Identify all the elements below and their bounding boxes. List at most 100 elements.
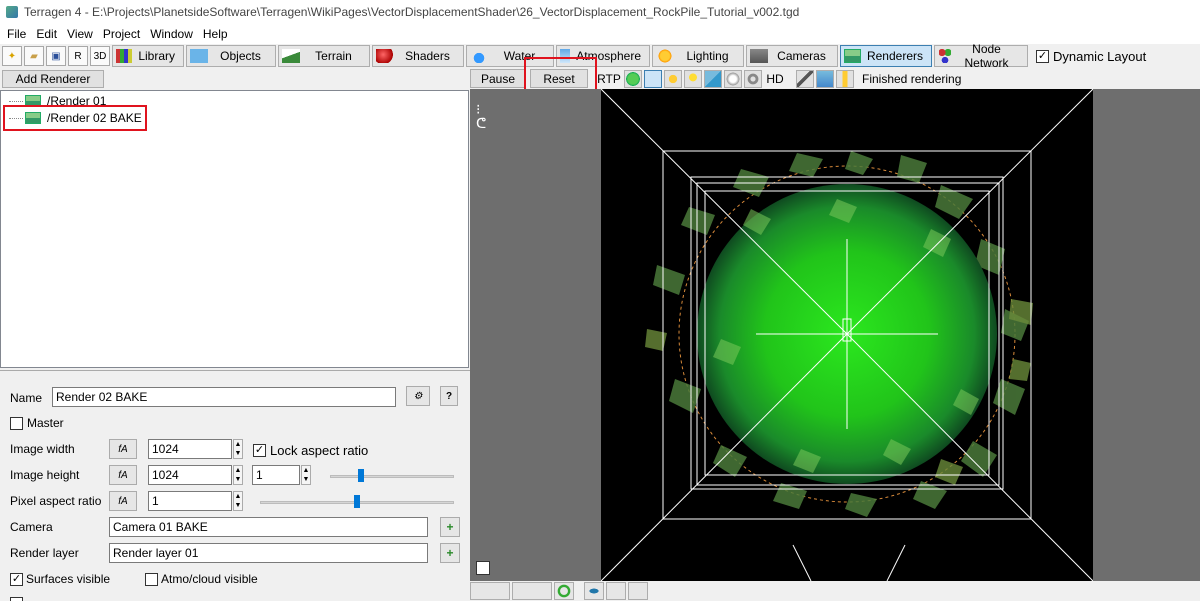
eye-icon[interactable] [584,582,604,600]
render-status: Finished rendering [862,71,962,86]
lock-aspect-checkbox[interactable]: ✓ [253,444,266,457]
library-button[interactable]: Library [112,45,184,67]
image-width-label: Image width [10,442,75,456]
render-layer-add-icon[interactable]: + [440,543,460,563]
objects-button[interactable]: Objects [186,45,276,67]
render-r-icon[interactable]: R [68,46,88,66]
camera-icon [750,49,768,63]
node-network-button[interactable]: Node Network [934,42,1028,70]
new-project-icon[interactable]: ✦ [2,46,22,66]
terrain-icon [282,49,300,63]
hd-button[interactable]: HD [764,69,786,88]
menu-help[interactable]: Help [198,25,233,43]
name-label: Name [10,391,43,405]
add-renderer-button[interactable]: Add Renderer [2,70,104,88]
menu-edit[interactable]: Edit [31,25,62,43]
name-field[interactable]: Render 02 BAKE [52,387,396,407]
dynamic-layout-checkbox[interactable]: ✓ [1036,49,1049,63]
help-button[interactable]: ? [440,386,458,406]
window-title: Terragen 4 - E:\Projects\PlanetsideSoftw… [24,5,800,19]
water-icon [470,49,488,63]
atmo-visible-toggle[interactable]: Atmo/cloud visible [145,572,258,586]
image-width-field[interactable]: 1024 [148,439,232,459]
lock-aspect-toggle[interactable]: ✓ Lock aspect ratio [253,443,368,458]
renderers-icon [844,49,861,63]
image-height-label: Image height [10,468,80,482]
function-icon[interactable]: fA [109,439,137,459]
menu-file[interactable]: File [2,25,31,43]
title-bar: Terragen 4 - E:\Projects\PlanetsideSoftw… [0,0,1200,24]
open-project-icon[interactable]: ▰ [24,46,44,66]
viewport-corner-icon[interactable] [476,561,490,575]
render-preview-svg [600,88,1094,582]
menu-view[interactable]: View [62,25,98,43]
renderers-button[interactable]: Renderers [840,45,932,67]
frame-icon[interactable] [606,582,626,600]
menu-project[interactable]: Project [98,25,145,43]
pixel-aspect-stepper[interactable]: ▲ ▼ [233,491,243,511]
camera-view-icon[interactable] [470,582,510,600]
viewport-bottom-bar [470,581,1200,601]
app-icon [6,6,18,18]
next-checkbox[interactable] [10,597,23,601]
sun-preview-icon[interactable] [664,69,682,88]
surfaces-visible-checkbox[interactable]: ✓ [10,572,23,586]
library-icon [116,49,133,63]
image-height-field[interactable]: 1024 [148,465,232,485]
gear-icon[interactable] [744,69,762,88]
brush-icon[interactable] [796,69,814,88]
shaders-icon [376,49,394,63]
refresh-icon[interactable] [554,582,574,600]
objects-icon [190,49,208,63]
properties-panel: Name Render 02 BAKE ⚙ ? Master Image wid… [0,370,470,601]
aspect-slider-thumb[interactable] [358,469,364,482]
camera-add-icon[interactable]: + [440,517,460,537]
function-icon[interactable]: fA [109,491,137,511]
light-bulb-icon[interactable] [684,69,702,88]
camera-label: Camera [10,520,53,534]
left-pane: Add Renderer /Render 01 /Render 02 BAKE … [0,68,470,601]
atmo-visible-checkbox[interactable] [145,572,158,586]
view-3d-icon[interactable]: 3D [90,46,110,66]
surfaces-visible-toggle[interactable]: ✓ Surfaces visible [10,572,110,586]
terrain-preview-icon[interactable] [644,69,662,88]
render-image [600,88,1094,582]
terrain-button[interactable]: Terrain [278,45,370,67]
lighting-button[interactable]: Lighting [652,45,744,67]
aspect-slider[interactable] [330,475,454,478]
sun-icon [656,49,674,63]
camera-field[interactable]: Camera 01 BAKE [109,517,428,537]
save-project-icon[interactable]: ▣ [46,46,66,66]
pixel-aspect-label: Pixel aspect ratio [10,494,102,508]
shaders-button[interactable]: Shaders [372,45,464,67]
cameras-button[interactable]: Cameras [746,45,838,67]
aspect-field[interactable]: 1 [252,465,300,485]
aspect-stepper[interactable]: ▲ ▼ [301,465,311,485]
dynamic-layout-toggle[interactable]: ✓ Dynamic Layout [1036,49,1146,64]
pixel-aspect-field[interactable]: 1 [148,491,232,511]
master-toggle[interactable]: Master [10,416,64,430]
sphere-icon[interactable] [724,69,742,88]
master-checkbox[interactable] [10,416,23,430]
camera-gizmo-icon[interactable]: ⁝ᕦ [476,102,490,130]
renderer-tree: /Render 01 /Render 02 BAKE [0,90,469,368]
menu-bar: File Edit View Project Window Help [0,24,1200,44]
render-02-highlight-box [3,105,147,131]
main-toolbar: ✦ ▰ ▣ R 3D Library Objects Terrain Shade… [0,42,1200,70]
image-height-stepper[interactable]: ▲ ▼ [233,465,243,485]
render-layer-field[interactable]: Render layer 01 [109,543,428,563]
globe-icon[interactable] [624,69,642,88]
pixel-aspect-slider-thumb[interactable] [354,495,360,508]
render-view-icon[interactable] [512,582,552,600]
render-layer-label: Render layer [10,546,79,560]
image-width-stepper[interactable]: ▲ ▼ [233,439,243,459]
function-icon[interactable]: fA [109,465,137,485]
rtp-button[interactable]: RTP [596,69,622,88]
pause-button[interactable]: Pause [470,69,526,88]
crop-icon[interactable] [816,69,834,88]
gear-menu-icon[interactable]: ⚙ [406,386,430,406]
menu-window[interactable]: Window [145,25,198,43]
curve-icon[interactable] [628,582,648,600]
cube-icon[interactable] [704,69,722,88]
level-icon[interactable] [836,69,854,88]
